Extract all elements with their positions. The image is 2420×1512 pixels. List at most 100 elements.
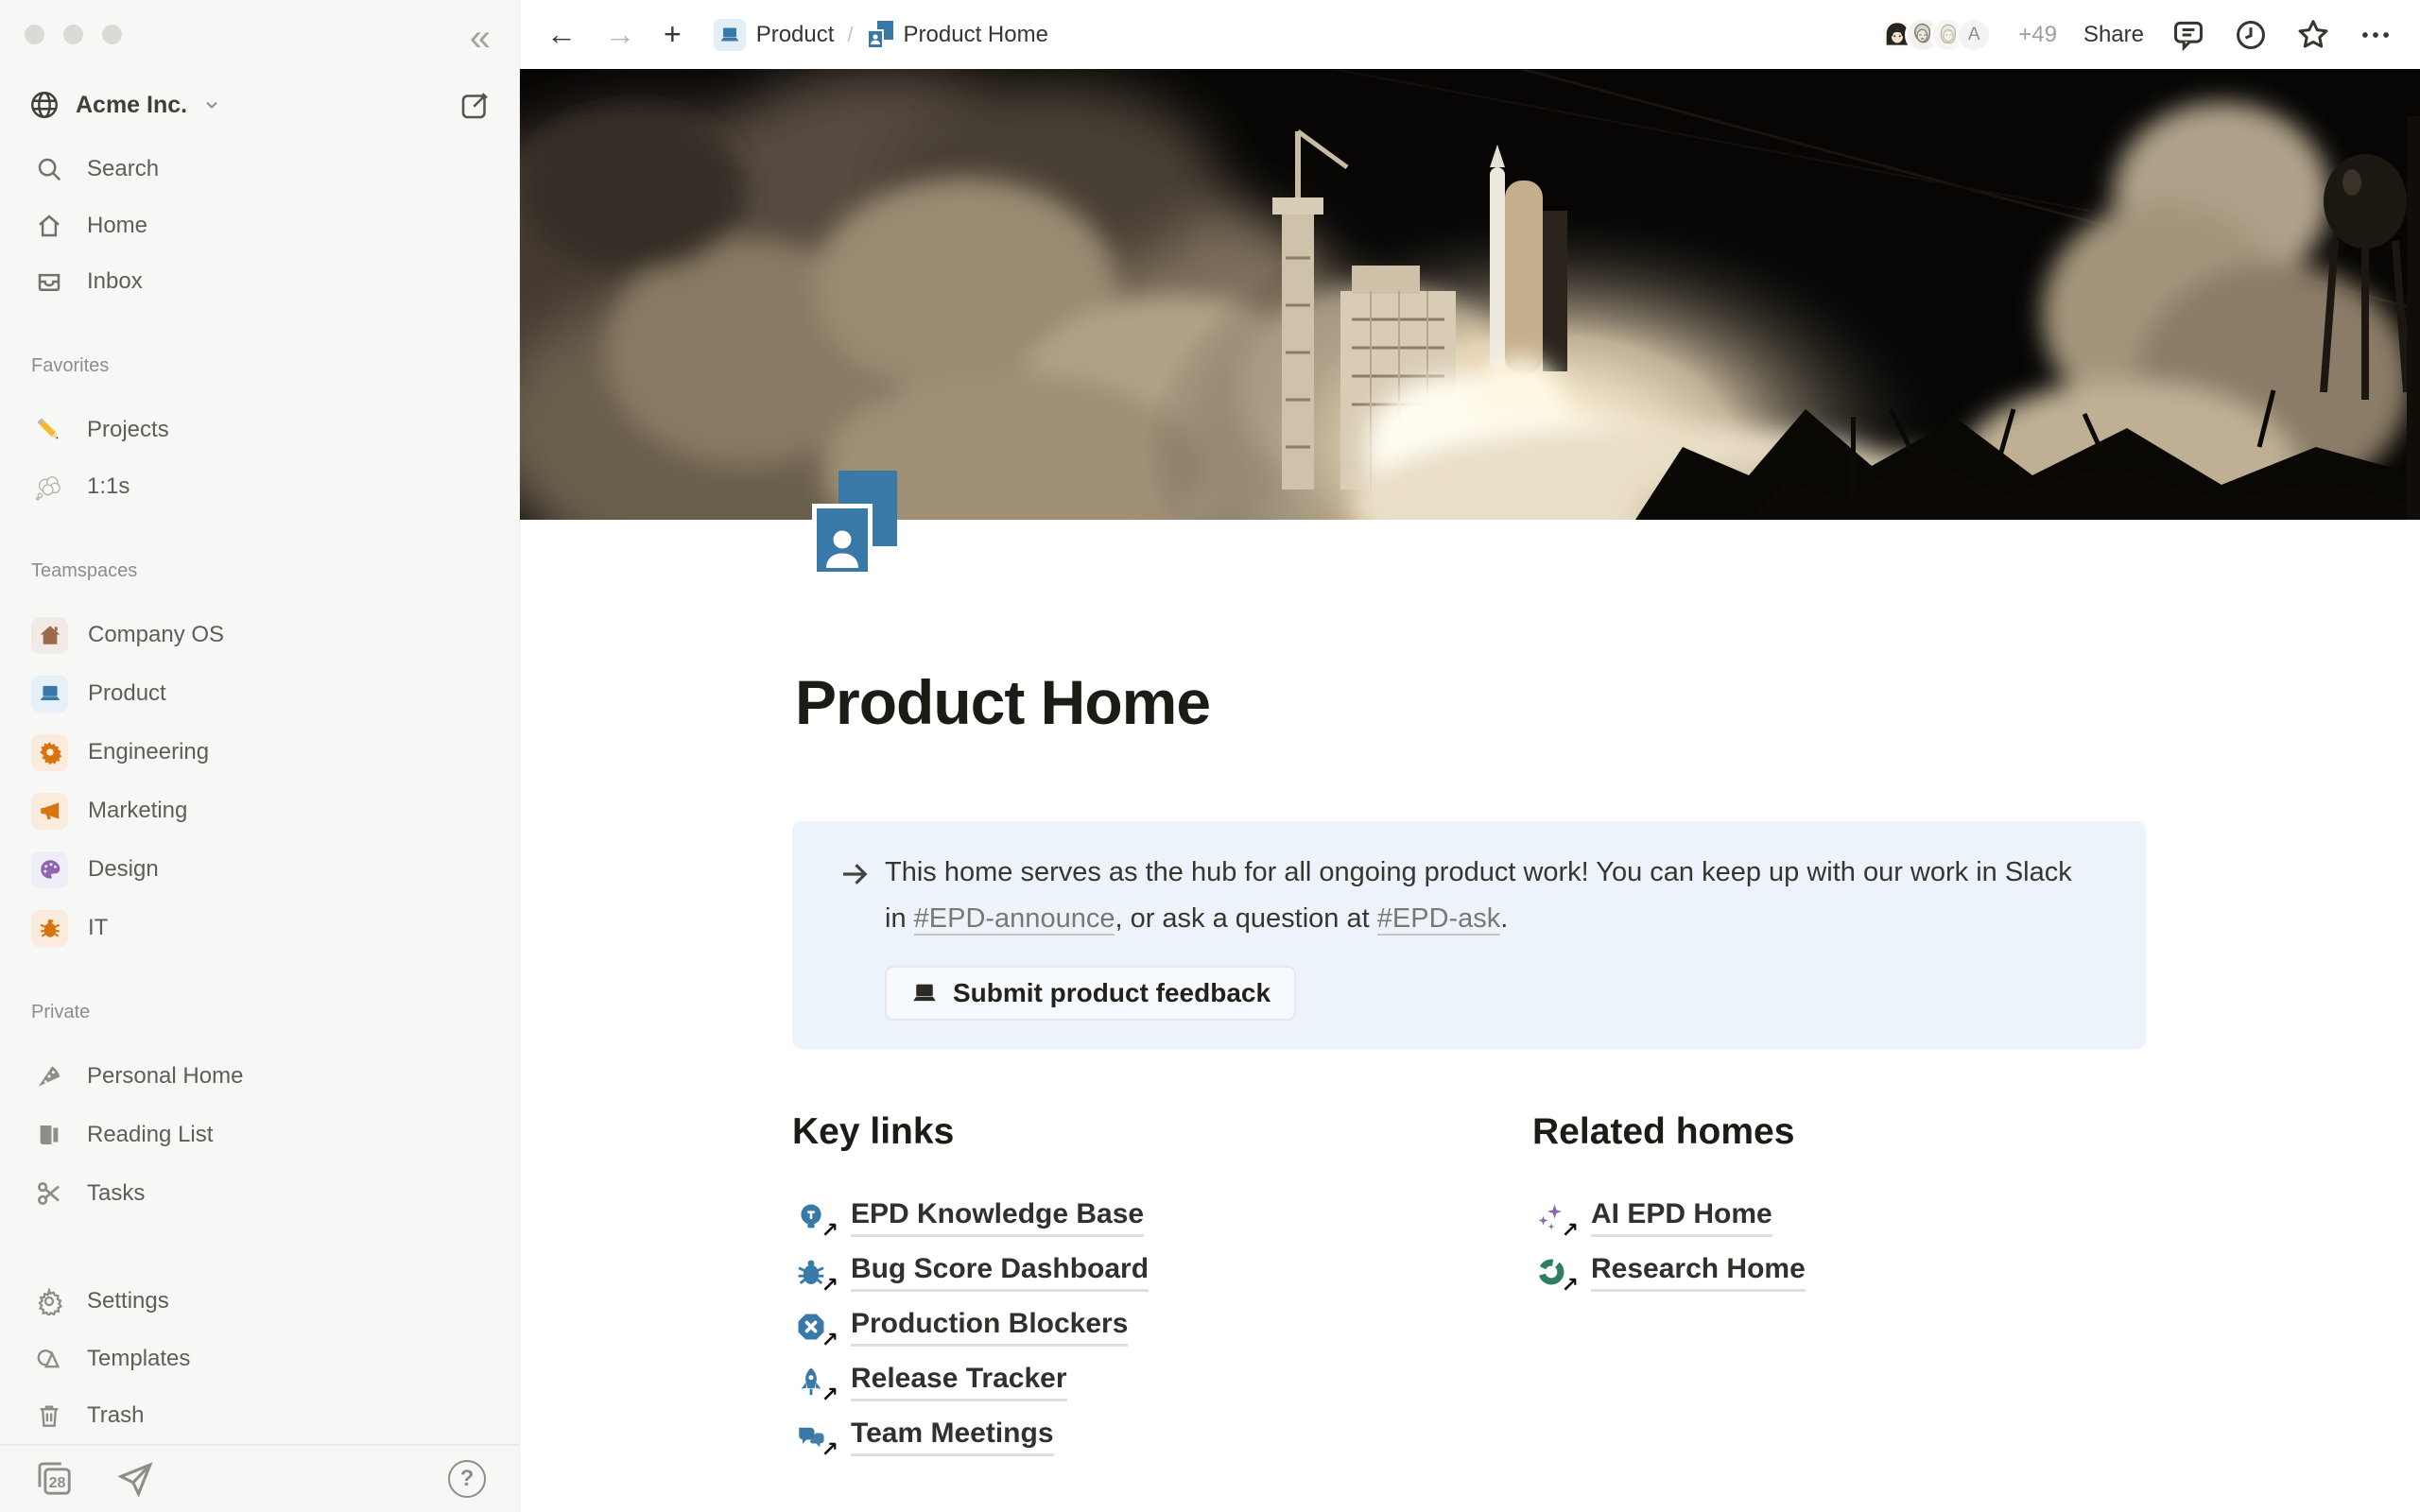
main-content: ← → + Product / bbox=[520, 0, 2420, 1512]
laptop-icon bbox=[910, 979, 939, 1007]
sparkles-icon: ↗ bbox=[1532, 1198, 1570, 1236]
submit-product-feedback-button[interactable]: Submit product feedback bbox=[885, 966, 1296, 1021]
lightbulb-icon: ↗ bbox=[792, 1198, 830, 1236]
sidebar-item-label: Search bbox=[87, 156, 159, 182]
sidebar-item-it[interactable]: IT bbox=[0, 903, 520, 953]
link-arrow-icon: ↗ bbox=[1562, 1273, 1579, 1297]
section-label-teamspaces: Teamspaces bbox=[31, 560, 137, 582]
cover-image bbox=[520, 69, 2420, 520]
traffic-light-zoom-icon[interactable] bbox=[102, 25, 122, 44]
house-icon bbox=[31, 617, 68, 654]
scissors-icon bbox=[31, 1176, 67, 1211]
laptop-icon bbox=[31, 676, 68, 713]
breadcrumb-separator: / bbox=[847, 23, 853, 47]
workspace-name: Acme Inc. bbox=[76, 92, 187, 119]
sidebar-item-tasks[interactable]: Tasks bbox=[0, 1169, 520, 1218]
bug-icon bbox=[31, 910, 68, 947]
sidebar-item-label: Reading List bbox=[87, 1122, 213, 1148]
breadcrumb-item-product-home[interactable]: Product Home bbox=[867, 21, 1048, 49]
sidebar-item-label: IT bbox=[88, 915, 108, 941]
paper-plane-icon[interactable] bbox=[115, 1459, 155, 1499]
back-icon[interactable]: ← bbox=[546, 17, 577, 52]
collapse-sidebar-icon[interactable]: « bbox=[470, 21, 491, 55]
sidebar-item-reading-list[interactable]: Reading List bbox=[0, 1110, 520, 1160]
sidebar: « Acme Inc. Search Home bbox=[0, 0, 520, 1512]
traffic-light-minimize-icon[interactable] bbox=[63, 25, 83, 44]
sidebar-item-label: Projects bbox=[87, 417, 169, 443]
sidebar-item-projects[interactable]: Projects bbox=[0, 405, 520, 455]
sidebar-item-label: Design bbox=[88, 856, 159, 883]
question-mark-icon: ? bbox=[448, 1460, 486, 1498]
sidebar-item-home[interactable]: Home bbox=[0, 201, 520, 250]
forward-icon[interactable]: → bbox=[605, 17, 635, 52]
traffic-light-close-icon[interactable] bbox=[25, 25, 44, 44]
sidebar-item-templates[interactable]: Templates bbox=[0, 1334, 520, 1383]
sidebar-item-label: Marketing bbox=[88, 798, 187, 824]
key-links-heading: Key links bbox=[792, 1111, 954, 1153]
sidebar-item-personal-home[interactable]: Personal Home bbox=[0, 1052, 520, 1101]
share-button[interactable]: Share bbox=[2083, 22, 2144, 48]
section-label-private: Private bbox=[31, 1002, 90, 1023]
link-production-blockers[interactable]: ↗ Production Blockers bbox=[792, 1302, 1128, 1351]
compose-icon[interactable] bbox=[458, 89, 492, 123]
sidebar-item-search[interactable]: Search bbox=[0, 145, 520, 194]
sidebar-item-1-1s[interactable]: 1:1s bbox=[0, 462, 520, 511]
page-icon[interactable] bbox=[812, 471, 899, 576]
topbar: ← → + Product / bbox=[520, 0, 2420, 69]
sidebar-item-settings[interactable]: Settings bbox=[0, 1277, 520, 1326]
chevron-down-icon bbox=[202, 95, 221, 114]
related-homes-heading: Related homes bbox=[1532, 1111, 1794, 1153]
comments-icon[interactable] bbox=[2170, 17, 2206, 53]
gear-icon bbox=[31, 734, 68, 771]
calendar-icon[interactable]: 28 bbox=[34, 1458, 76, 1500]
sidebar-item-company-os[interactable]: Company OS bbox=[0, 610, 520, 660]
globe-icon bbox=[28, 89, 60, 121]
sidebar-item-trash[interactable]: Trash bbox=[0, 1391, 520, 1440]
favorite-star-icon[interactable] bbox=[2295, 17, 2331, 53]
pizza-icon bbox=[31, 1058, 67, 1094]
sidebar-item-engineering[interactable]: Engineering bbox=[0, 728, 520, 777]
history-clock-icon[interactable] bbox=[2233, 17, 2269, 53]
sidebar-item-label: Personal Home bbox=[87, 1063, 243, 1090]
link-epd-knowledge-base[interactable]: ↗ EPD Knowledge Base bbox=[792, 1193, 1144, 1242]
chat-bubbles-icon: ↗ bbox=[792, 1418, 830, 1455]
page-title[interactable]: Product Home bbox=[795, 666, 1210, 738]
person-badge-icon bbox=[812, 504, 873, 576]
sidebar-item-product[interactable]: Product bbox=[0, 669, 520, 718]
link-team-meetings[interactable]: ↗ Team Meetings bbox=[792, 1412, 1054, 1461]
sidebar-item-design[interactable]: Design bbox=[0, 845, 520, 894]
workspace-switcher[interactable]: Acme Inc. bbox=[0, 81, 520, 129]
link-research-home[interactable]: ↗ Research Home bbox=[1532, 1247, 1806, 1297]
bug-icon: ↗ bbox=[792, 1253, 830, 1291]
sidebar-item-label: Company OS bbox=[88, 622, 224, 648]
sidebar-item-label: Product bbox=[88, 680, 166, 707]
help-button[interactable]: ? bbox=[448, 1460, 486, 1498]
avatar-letter: A bbox=[1956, 17, 1992, 53]
link-bug-score-dashboard[interactable]: ↗ Bug Score Dashboard bbox=[792, 1247, 1149, 1297]
donut-chart-icon: ↗ bbox=[1532, 1253, 1570, 1291]
slack-link-epd-announce[interactable]: #EPD-announce bbox=[914, 903, 1115, 936]
link-arrow-icon: ↗ bbox=[821, 1218, 838, 1243]
breadcrumb-item-product[interactable]: Product bbox=[714, 19, 835, 51]
sidebar-item-inbox[interactable]: Inbox bbox=[0, 257, 520, 306]
window-controls bbox=[25, 25, 122, 44]
sidebar-item-label: Tasks bbox=[87, 1180, 145, 1207]
gear-outline-icon bbox=[31, 1283, 67, 1319]
link-arrow-icon: ↗ bbox=[821, 1437, 838, 1462]
sidebar-footer: 28 ? bbox=[0, 1444, 520, 1512]
link-release-tracker[interactable]: ↗ Release Tracker bbox=[792, 1357, 1067, 1406]
shapes-icon bbox=[31, 1341, 67, 1377]
link-ai-epd-home[interactable]: ↗ AI EPD Home bbox=[1532, 1193, 1772, 1242]
slack-link-epd-ask[interactable]: #EPD-ask bbox=[1377, 903, 1501, 936]
collaborator-avatars[interactable]: A bbox=[1879, 17, 1992, 53]
palette-icon bbox=[31, 851, 68, 888]
rocket-icon: ↗ bbox=[792, 1363, 830, 1400]
callout-text: This home serves as the hub for all ongo… bbox=[885, 850, 2095, 942]
new-page-icon[interactable]: + bbox=[664, 17, 682, 52]
thought-cloud-icon bbox=[31, 469, 67, 505]
megaphone-icon bbox=[31, 793, 68, 830]
sidebar-item-label: 1:1s bbox=[87, 473, 130, 500]
avatar-overflow-count[interactable]: +49 bbox=[2018, 22, 2057, 48]
more-options-icon[interactable] bbox=[2358, 17, 2394, 53]
sidebar-item-marketing[interactable]: Marketing bbox=[0, 786, 520, 835]
